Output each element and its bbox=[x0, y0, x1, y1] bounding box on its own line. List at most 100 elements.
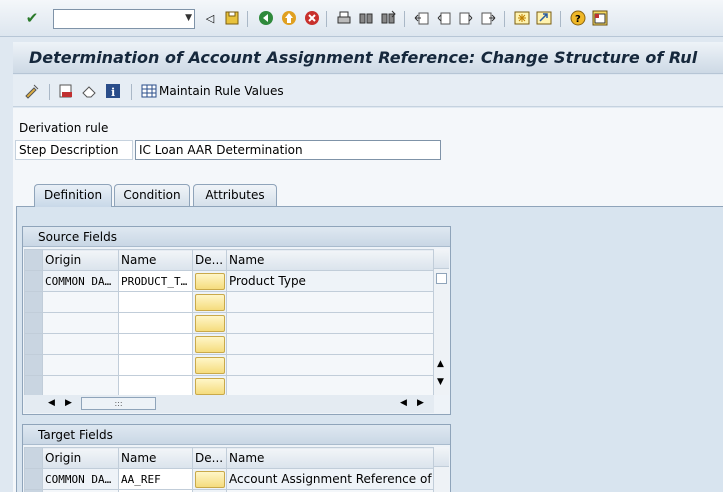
column-header-desc-name[interactable]: Name bbox=[226, 249, 434, 271]
desc-name-cell bbox=[226, 354, 434, 376]
row-selector[interactable] bbox=[24, 333, 43, 355]
eraser-icon[interactable] bbox=[81, 82, 97, 100]
detail-cell bbox=[192, 270, 227, 292]
new-session-icon[interactable] bbox=[513, 9, 531, 27]
select-all-cell[interactable] bbox=[24, 249, 43, 271]
command-input[interactable] bbox=[54, 10, 176, 28]
horizontal-scroll-thumb[interactable]: ::: bbox=[81, 397, 156, 410]
svg-text:?: ? bbox=[575, 14, 581, 25]
name-cell[interactable] bbox=[118, 291, 193, 313]
column-header-description[interactable]: De... bbox=[192, 447, 227, 469]
last-page-icon[interactable] bbox=[479, 9, 497, 27]
scroll-left-icon[interactable]: ◀ bbox=[48, 398, 55, 408]
back-icon[interactable] bbox=[257, 9, 275, 27]
detail-cell bbox=[192, 354, 227, 376]
find-icon[interactable] bbox=[357, 9, 375, 27]
name-cell[interactable]: AA_REF bbox=[118, 468, 193, 490]
table-row: COMMON DA… PRODUCT_T… Product Type bbox=[24, 270, 434, 292]
scroll-thumb[interactable] bbox=[436, 273, 447, 284]
shortcut-icon[interactable] bbox=[535, 9, 553, 27]
help-icon[interactable]: ? bbox=[569, 9, 587, 27]
delete-icon[interactable] bbox=[58, 82, 74, 100]
detail-button[interactable] bbox=[195, 470, 225, 488]
detail-button[interactable] bbox=[195, 293, 225, 311]
find-next-icon[interactable] bbox=[379, 9, 397, 27]
column-header-name[interactable]: Name bbox=[118, 249, 193, 271]
standard-toolbar: ✔ ▼ ◁ ? bbox=[0, 0, 723, 37]
toolbar-separator bbox=[326, 11, 327, 27]
scroll-right-icon[interactable]: ▶ bbox=[417, 398, 424, 408]
name-cell[interactable] bbox=[118, 312, 193, 334]
scroll-down-icon[interactable]: ▼ bbox=[437, 377, 444, 387]
desc-name-cell: Product Type bbox=[226, 270, 434, 292]
display-change-icon[interactable] bbox=[24, 82, 40, 100]
save-icon[interactable] bbox=[223, 9, 241, 27]
origin-cell bbox=[42, 312, 119, 334]
row-selector[interactable] bbox=[24, 270, 43, 292]
command-field[interactable]: ▼ bbox=[53, 9, 195, 29]
table-icon bbox=[141, 84, 157, 98]
desc-name-cell bbox=[226, 291, 434, 313]
prev-page-icon[interactable] bbox=[435, 9, 453, 27]
column-header-desc-name[interactable]: Name bbox=[226, 447, 434, 469]
scroll-up-icon[interactable]: ▲ bbox=[437, 359, 444, 369]
name-cell[interactable] bbox=[118, 354, 193, 376]
detail-button[interactable] bbox=[195, 272, 225, 290]
step-description-label: Step Description bbox=[15, 140, 133, 160]
column-header-origin[interactable]: Origin bbox=[42, 249, 119, 271]
row-selector[interactable] bbox=[24, 468, 43, 490]
detail-button[interactable] bbox=[195, 356, 225, 374]
vertical-scrollbar[interactable]: ▲ ▼ bbox=[433, 249, 449, 395]
horizontal-scrollbar[interactable]: ◀ ▶ ::: ◀ ▶ bbox=[24, 395, 434, 413]
detail-button[interactable] bbox=[195, 335, 225, 353]
select-all-cell[interactable] bbox=[24, 447, 43, 469]
scroll-right-icon[interactable]: ▶ bbox=[65, 398, 72, 408]
tab-definition[interactable]: Definition bbox=[34, 184, 112, 207]
table-header-row: Origin Name De... Name bbox=[24, 249, 434, 271]
column-settings-button[interactable] bbox=[434, 249, 449, 269]
first-page-icon[interactable] bbox=[413, 9, 431, 27]
toolbar-separator bbox=[404, 11, 405, 27]
back-arrow-icon[interactable]: ◁ bbox=[201, 9, 219, 27]
application-toolbar: i Maintain Rule Values bbox=[13, 75, 723, 107]
step-description-input[interactable]: IC Loan AAR Determination bbox=[135, 140, 441, 160]
origin-cell[interactable]: COMMON DA… bbox=[42, 468, 119, 490]
column-settings-button[interactable] bbox=[434, 447, 449, 467]
toolbar-separator bbox=[504, 11, 505, 27]
origin-cell[interactable]: COMMON DA… bbox=[42, 270, 119, 292]
detail-cell bbox=[192, 312, 227, 334]
chevron-down-icon[interactable]: ▼ bbox=[185, 13, 192, 23]
detail-button[interactable] bbox=[195, 377, 225, 395]
row-selector[interactable] bbox=[24, 354, 43, 376]
enter-check-icon[interactable]: ✔ bbox=[23, 9, 41, 27]
column-header-origin[interactable]: Origin bbox=[42, 447, 119, 469]
target-fields-table: Origin Name De... Name COMMON DA… AA_REF… bbox=[24, 447, 434, 492]
row-selector[interactable] bbox=[24, 312, 43, 334]
tab-attributes[interactable]: Attributes bbox=[193, 184, 277, 206]
toolbar-separator bbox=[131, 84, 132, 100]
next-page-icon[interactable] bbox=[457, 9, 475, 27]
name-cell[interactable] bbox=[118, 375, 193, 397]
info-icon[interactable]: i bbox=[105, 82, 121, 100]
toolbar-separator bbox=[247, 11, 248, 27]
row-selector[interactable] bbox=[24, 375, 43, 397]
detail-cell bbox=[192, 468, 227, 490]
column-header-description[interactable]: De... bbox=[192, 249, 227, 271]
column-header-name[interactable]: Name bbox=[118, 447, 193, 469]
vertical-scrollbar[interactable] bbox=[433, 447, 449, 492]
table-row: COMMON DA… AA_REF Account Assignment Ref… bbox=[24, 468, 434, 490]
tab-condition[interactable]: Condition bbox=[114, 184, 190, 206]
name-cell[interactable]: PRODUCT_T… bbox=[118, 270, 193, 292]
desc-name-cell: Account Assignment Reference of Po bbox=[226, 468, 434, 490]
customize-layout-icon[interactable] bbox=[591, 9, 609, 27]
scroll-left-icon[interactable]: ◀ bbox=[400, 398, 407, 408]
cancel-icon[interactable] bbox=[303, 9, 321, 27]
detail-cell bbox=[192, 291, 227, 313]
target-fields-group: Target Fields Origin Name De... Name COM… bbox=[22, 424, 451, 492]
name-cell[interactable] bbox=[118, 333, 193, 355]
print-icon[interactable] bbox=[335, 9, 353, 27]
exit-icon[interactable] bbox=[280, 9, 298, 27]
row-selector[interactable] bbox=[24, 291, 43, 313]
detail-button[interactable] bbox=[195, 314, 225, 332]
maintain-rule-values-button[interactable]: Maintain Rule Values bbox=[141, 82, 284, 100]
